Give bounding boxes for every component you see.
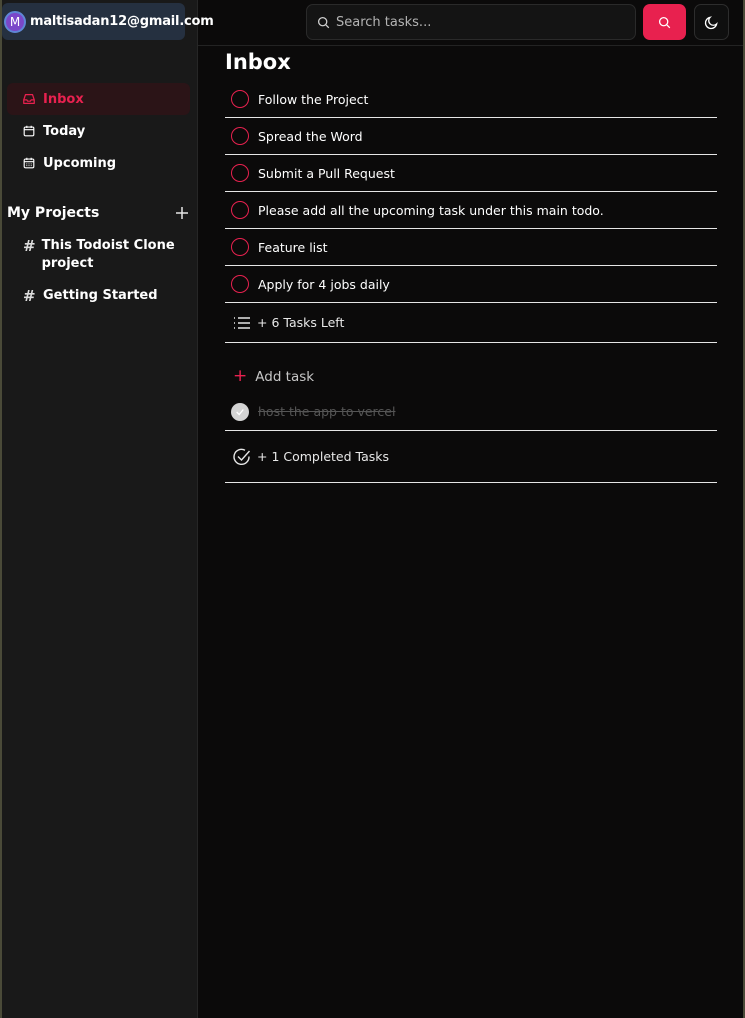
task-checkbox[interactable] <box>231 238 249 256</box>
tasks-left-label: + 6 Tasks Left <box>257 315 345 330</box>
sidebar-item-today[interactable]: Today <box>7 115 190 147</box>
check-circle-outline-icon <box>233 448 251 465</box>
calendar-icon <box>22 124 36 138</box>
main-content: Inbox Follow the Project Spread the Word… <box>225 46 717 483</box>
plus-icon[interactable] <box>174 205 190 221</box>
user-email: maltisadan12@gmail.com <box>30 14 214 29</box>
tasks-left-toggle[interactable]: + 6 Tasks Left <box>225 303 717 343</box>
task-checkbox[interactable] <box>231 90 249 108</box>
list-icon <box>234 316 250 329</box>
task-text: Apply for 4 jobs daily <box>258 276 390 292</box>
task-text: Follow the Project <box>258 91 369 107</box>
plus-icon: + <box>233 366 248 386</box>
task-row[interactable]: Submit a Pull Request <box>225 155 717 192</box>
task-row[interactable]: Feature list <box>225 229 717 266</box>
moon-icon <box>704 15 718 29</box>
search-input[interactable] <box>336 14 616 30</box>
add-task-button[interactable]: + Add task <box>225 360 717 393</box>
sidebar-item-project[interactable]: # This Todoist Clone project <box>23 237 183 273</box>
completed-task-row[interactable]: host the app to vercel <box>225 393 717 431</box>
page-title: Inbox <box>225 50 291 74</box>
add-task-label: Add task <box>255 368 315 385</box>
projects-title: My Projects <box>7 205 100 221</box>
sidebar-item-project[interactable]: # Getting Started <box>23 287 183 305</box>
hash-icon: # <box>23 237 36 255</box>
sidebar-item-label: Today <box>43 123 86 139</box>
task-row[interactable]: Follow the Project <box>225 81 717 118</box>
inbox-icon <box>22 92 36 106</box>
calendar-grid-icon <box>22 156 36 170</box>
theme-toggle-button[interactable] <box>694 4 729 40</box>
task-checkbox[interactable] <box>231 164 249 182</box>
sidebar-item-upcoming[interactable]: Upcoming <box>7 147 190 179</box>
task-checkbox[interactable] <box>231 275 249 293</box>
task-text: Submit a Pull Request <box>258 165 395 181</box>
task-text: Please add all the upcoming task under t… <box>258 202 604 218</box>
search-icon <box>658 16 671 28</box>
project-label: Getting Started <box>43 288 158 303</box>
project-label: This Todoist Clone project <box>41 238 175 271</box>
search-icon <box>317 16 330 28</box>
task-row[interactable]: Apply for 4 jobs daily <box>225 266 717 303</box>
sidebar-item-inbox[interactable]: Inbox <box>7 83 190 115</box>
sidebar-item-label: Upcoming <box>43 155 117 171</box>
sidebar-nav: Inbox Today Upcoming <box>7 83 190 179</box>
completed-tasks-label: + 1 Completed Tasks <box>257 449 390 464</box>
task-checkbox[interactable] <box>231 201 249 219</box>
top-bar <box>198 0 743 46</box>
task-checkbox[interactable] <box>231 127 249 145</box>
task-row[interactable]: Please add all the upcoming task under t… <box>225 192 717 229</box>
completed-tasks-toggle[interactable]: + 1 Completed Tasks <box>225 431 717 483</box>
search-box[interactable] <box>306 4 636 40</box>
check-circle-icon[interactable] <box>231 402 249 421</box>
task-text: Spread the Word <box>258 128 363 144</box>
user-account-chip[interactable]: M maltisadan12@gmail.com <box>2 3 214 40</box>
sidebar: M maltisadan12@gmail.com Inbox Today Upc… <box>2 0 214 1018</box>
task-row[interactable]: Spread the Word <box>225 118 717 155</box>
avatar: M <box>4 10 26 33</box>
sidebar-item-label: Inbox <box>43 91 84 107</box>
task-text: Feature list <box>258 239 328 255</box>
projects-header: My Projects <box>7 203 190 223</box>
search-button[interactable] <box>643 4 686 40</box>
completed-task-text: host the app to vercel <box>258 404 396 419</box>
hash-icon: # <box>23 287 36 305</box>
